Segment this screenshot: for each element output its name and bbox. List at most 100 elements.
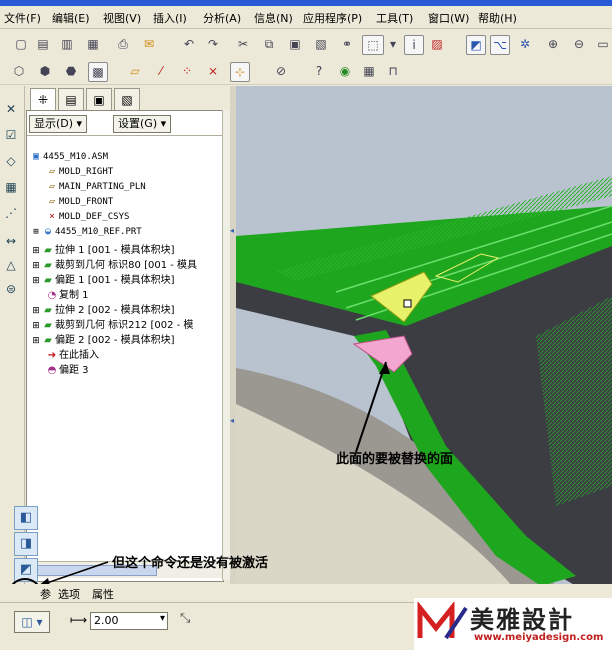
skip-icon[interactable]: ◇ <box>2 152 20 170</box>
tab-favorites[interactable]: ▣ <box>86 88 112 111</box>
tab-connections[interactable]: ▧ <box>114 88 140 111</box>
tree-row[interactable]: ▣ 4455_M10.ASM <box>29 151 108 166</box>
context-help-icon[interactable]: ? <box>310 62 328 80</box>
print-icon[interactable]: ⎙ <box>114 35 132 53</box>
zoom-out-icon[interactable]: ⊖ <box>570 35 588 53</box>
no-hidden-icon[interactable]: ⬣ <box>62 62 80 80</box>
expand-icon[interactable]: ⊞ <box>31 321 41 331</box>
datum-planes-icon[interactable]: ▱ <box>126 62 144 80</box>
drag-handle[interactable] <box>403 299 412 308</box>
expand-icon[interactable]: ⊞ <box>31 246 41 256</box>
measure-icon[interactable]: ↔ <box>2 232 20 250</box>
paste-icon[interactable]: ▣ <box>286 35 304 53</box>
tool-icon[interactable]: ⊓ <box>384 62 402 80</box>
menu-window[interactable]: 窗口(W) <box>428 10 469 26</box>
selection-box-icon[interactable]: ⬚ <box>362 35 384 55</box>
cylinder-icon[interactable]: ⊜ <box>2 280 20 298</box>
undo-icon[interactable]: ↶ <box>180 35 198 53</box>
tree-row[interactable]: ⊞ ▰ 拉伸 2 [002 - 模具体积块] <box>31 301 174 316</box>
spin-center-icon[interactable]: ⊹ <box>230 62 250 82</box>
datum-axes-icon[interactable]: ⁄ <box>152 62 170 80</box>
settings-button[interactable]: 设置(G) ▾ <box>113 115 172 133</box>
menu-info[interactable]: 信息(N) <box>254 10 293 26</box>
expand-icon[interactable]: ⊞ <box>31 276 41 286</box>
repaint-icon[interactable]: ◩ <box>466 35 486 55</box>
menu-tools[interactable]: 工具(T) <box>376 10 413 26</box>
tree-row[interactable]: ⊞ ▰ 裁剪到几何 标识80 [001 - 模具 <box>31 256 197 271</box>
new-file-icon[interactable]: ▢ <box>12 35 30 53</box>
tree-row[interactable]: ▱ MOLD_RIGHT <box>45 166 113 181</box>
tree-row[interactable]: ⊞ ▰ 拉伸 1 [001 - 模具体积块] <box>31 241 174 256</box>
tree-row[interactable]: ▱ MAIN_PARTING_PLN <box>45 181 146 196</box>
refit-icon[interactable]: ▭ <box>594 35 612 53</box>
cut-icon[interactable]: ✂ <box>234 35 252 53</box>
copy-surface-icon: ◔ <box>47 290 57 301</box>
menu-edit[interactable]: 编辑(E) <box>52 10 90 26</box>
show-button[interactable]: 显示(D) ▾ <box>29 115 88 133</box>
datum-display-icon[interactable]: ⌥ <box>490 35 510 55</box>
menu-help[interactable]: 帮助(H) <box>478 10 517 26</box>
assembly-icon: ▣ <box>32 151 40 162</box>
image-icon[interactable]: ▨ <box>428 35 446 53</box>
offset-value-input[interactable]: 2.00 ▾ <box>90 612 168 630</box>
datum-plane-icon: ▱ <box>48 181 56 192</box>
hide-icon[interactable]: ⊘ <box>272 62 290 80</box>
mail-icon[interactable]: ✉ <box>140 35 158 53</box>
offset-distance-icon: ⟼ <box>70 613 88 627</box>
menu-view[interactable]: 视图(V) <box>103 10 141 26</box>
tree-row[interactable]: ⊞ ▰ 偏距 2 [002 - 模具体积块] <box>31 331 174 346</box>
flip-direction-icon[interactable]: ⤡ <box>180 611 190 626</box>
surface-quilt-icon[interactable]: ◧ <box>14 506 38 530</box>
tree-row[interactable]: ➔ 在此插入 <box>45 346 99 361</box>
info-icon[interactable]: i <box>404 35 424 55</box>
triangle-icon[interactable]: △ <box>2 256 20 274</box>
main-toolbar: ▢ ▤ ▥ ▦ ⎙ ✉ ↶ ↷ ✂ ⧉ ▣ ▧ ⚭ ⬚ ▾ i ▨ ◩ ⌥ ✲ … <box>0 30 612 59</box>
dropdown-arrow-icon[interactable]: ▾ <box>384 35 402 53</box>
tree-row[interactable]: ⨯ MOLD_DEF_CSYS <box>45 211 129 226</box>
check-icon[interactable]: ☑ <box>2 126 20 144</box>
axis-icon[interactable]: ⋰ <box>2 204 20 222</box>
paste-special-icon[interactable]: ▧ <box>312 35 330 53</box>
tree-row[interactable]: ◓ 偏距 3 <box>45 361 89 376</box>
shading-icon[interactable]: ▩ <box>88 62 108 82</box>
menu-applications[interactable]: 应用程序(P) <box>303 10 362 26</box>
orient-icon[interactable]: ✲ <box>516 35 534 53</box>
save-icon[interactable]: ▥ <box>58 35 76 53</box>
redo-icon[interactable]: ↷ <box>204 35 222 53</box>
tree-row[interactable]: ⊞ ◒ 4455_M10_REF.PRT <box>31 226 141 241</box>
menu-file[interactable]: 文件(F) <box>4 10 41 26</box>
offset-type-dropdown[interactable]: ◫ ▾ <box>14 611 50 633</box>
open-file-icon[interactable]: ▤ <box>34 35 52 53</box>
tab-folder[interactable]: ▤ <box>58 88 84 111</box>
tree-row[interactable]: ⊞ ▰ 裁剪到几何 标识212 [002 - 模 <box>31 316 193 331</box>
menu-insert[interactable]: 插入(I) <box>153 10 187 26</box>
expand-icon[interactable]: ⊞ <box>31 306 41 316</box>
tab-references[interactable]: 参 <box>40 586 51 602</box>
expand-icon[interactable]: ⊞ <box>31 261 41 271</box>
wireframe-icon[interactable]: ⬡ <box>10 62 28 80</box>
tree-row[interactable]: ◔ 复制 1 <box>45 286 89 301</box>
extrude-icon: ▰ <box>44 305 52 316</box>
zoom-in-icon[interactable]: ⊕ <box>544 35 562 53</box>
save-copy-icon[interactable]: ▦ <box>84 35 102 53</box>
copy-icon[interactable]: ⧉ <box>260 35 278 53</box>
model-player-icon[interactable]: ▦ <box>360 62 378 80</box>
expand-icon[interactable]: ⊞ <box>31 227 41 237</box>
grid-icon[interactable]: ▦ <box>2 178 20 196</box>
tree-row[interactable]: ⊞ ▰ 偏距 1 [001 - 模具体积块] <box>31 271 174 286</box>
csys-icon[interactable]: ⨯ <box>204 62 222 80</box>
tab-properties[interactable]: 属性 <box>92 586 114 602</box>
hidden-line-icon[interactable]: ⬢ <box>36 62 54 80</box>
web-browser-icon[interactable]: ◉ <box>336 62 354 80</box>
chevron-down-icon[interactable]: ▾ <box>160 613 165 624</box>
tree-row[interactable]: ▱ MOLD_FRONT <box>45 196 113 211</box>
solid-feature-icon[interactable]: ◨ <box>14 532 38 556</box>
close-icon[interactable]: ✕ <box>2 100 20 118</box>
tab-options[interactable]: 选项 <box>58 586 80 602</box>
expand-icon[interactable]: ⊞ <box>31 336 41 346</box>
menu-analysis[interactable]: 分析(A) <box>203 10 241 26</box>
binoculars-icon[interactable]: ⚭ <box>338 35 356 53</box>
datum-points-icon[interactable]: ⁘ <box>178 62 196 80</box>
graphics-viewport[interactable]: 此面的要被替换的面 <box>236 86 612 586</box>
csys-icon: ⨯ <box>48 211 56 222</box>
